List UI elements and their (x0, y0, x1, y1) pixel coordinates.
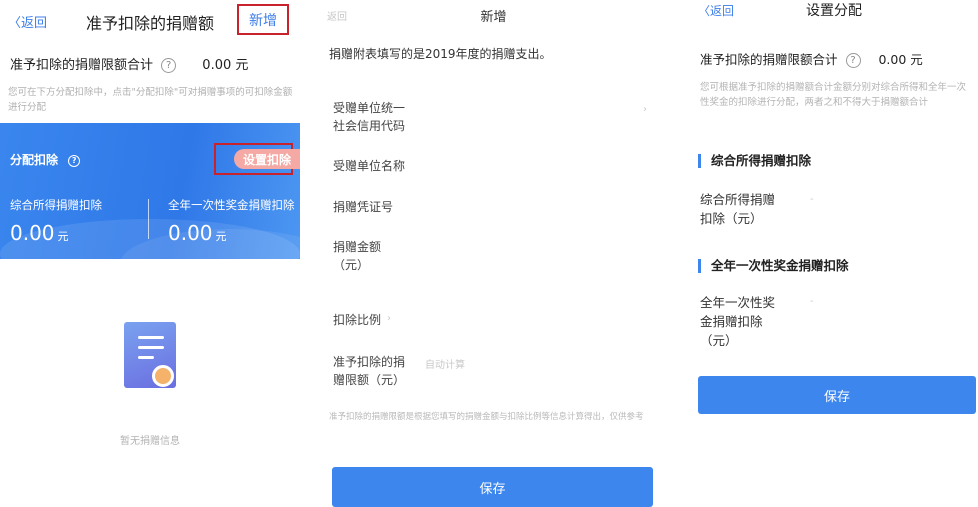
limit-total-row: 准予扣除的捐赠限额合计 ? 0.00 元 (10, 54, 248, 73)
chevron-right-icon[interactable]: › (387, 313, 391, 324)
set-deduction-label: 设置扣除 (242, 152, 291, 167)
save-button-label: 保存 (479, 481, 506, 497)
divider (148, 199, 149, 239)
allocation-card: 分配扣除 ? 设置扣除 综合所得捐赠扣除 0.00 元 全年一次性奖金捐赠扣除 0… (0, 123, 300, 259)
help-icon[interactable]: ? (68, 154, 81, 167)
field-label: 全年一次性奖 (700, 295, 776, 310)
recipient-name-field[interactable]: 受赠单位名称 (333, 157, 405, 175)
field-label: 捐赠凭证号 (333, 200, 394, 214)
voucher-number-field[interactable]: 捐赠凭证号 (333, 198, 393, 216)
deduction-limit-field: 准予扣除的捐 赠限额（元） (333, 353, 405, 389)
deduction-ratio-field[interactable]: 扣除比例 (333, 311, 381, 329)
comprehensive-amount: 0.00 (10, 221, 55, 245)
field-label: 金捐赠扣除 (700, 314, 763, 329)
help-icon[interactable]: ? (161, 58, 177, 73)
section-bonus-title: 全年一次性奖金捐赠扣除 (698, 259, 849, 273)
save-button-label: 保存 (823, 389, 850, 405)
limit-total-row: 准予扣除的捐赠限额合计 ? 0.00 元 (700, 49, 923, 68)
field-label: 社会信用代码 (333, 119, 406, 133)
allocation-label: 分配扣除 ? (10, 151, 81, 168)
year-notice: 捐赠附表填写的是2019年度的捐赠支出。 (329, 47, 552, 61)
bonus-deduction-field[interactable]: 全年一次性奖 金捐赠扣除 （元） (700, 293, 775, 350)
add-button-label: 新增 (249, 12, 277, 29)
save-button[interactable]: 保存 (698, 376, 976, 414)
limit-total-label: 准予扣除的捐赠限额合计 (10, 58, 154, 73)
comprehensive-deduction: 综合所得捐赠扣除 0.00 元 (10, 197, 102, 245)
field-label: （元） (333, 258, 370, 272)
limit-total-label: 准予扣除的捐赠限额合计 (700, 52, 838, 67)
add-donation-screen: 返回 新增 捐赠附表填写的是2019年度的捐赠支出。 受赠单位统一 社会信用代码… (315, 0, 672, 507)
bonus-deduction: 全年一次性奖金捐赠扣除 0.00 元 (168, 197, 295, 245)
bonus-amount: 0.00 (168, 221, 213, 245)
donation-list-screen: 〈返回 准予扣除的捐赠额 新增 准予扣除的捐赠限额合计 ? 0.00 元 您可在… (0, 0, 300, 507)
limit-total-value: 0.00 元 (202, 58, 249, 73)
set-allocation-screen: 〈返回 设置分配 准予扣除的捐赠限额合计 ? 0.00 元 您可根据准予扣除的捐… (690, 0, 978, 507)
help-icon[interactable]: ? (845, 53, 861, 68)
field-label: 受赠单位统一 (333, 101, 406, 115)
doc-line (138, 336, 164, 339)
allocation-hint: 您可根据准予扣除的捐赠额合计金额分别对综合所得和全年一次性奖金的扣除进行分配，两… (700, 82, 967, 108)
badge-icon (152, 365, 174, 387)
field-label: 捐赠金额 (333, 240, 382, 254)
doc-line (138, 356, 154, 359)
allocation-label-text: 分配扣除 (10, 153, 59, 167)
field-label: 扣除比例 (333, 313, 382, 327)
comprehensive-deduction-input[interactable]: - (810, 194, 814, 205)
page-title: 设置分配 (806, 3, 862, 19)
save-button[interactable]: 保存 (332, 467, 653, 507)
nav-bar: 〈返回 准予扣除的捐赠额 新增 (0, 0, 300, 40)
page-title: 新增 (480, 10, 507, 25)
section-comprehensive-title: 综合所得捐赠扣除 (698, 154, 811, 168)
field-label: 准予扣除的捐 (333, 355, 406, 369)
unit-label: 元 (215, 230, 227, 243)
bonus-deduction-value: 0.00 元 (168, 221, 295, 245)
bonus-deduction-label: 全年一次性奖金捐赠扣除 (168, 198, 295, 212)
add-button[interactable]: 新增 (237, 4, 289, 35)
set-deduction-highlight: 设置扣除 (214, 143, 300, 175)
comprehensive-deduction-value: 0.00 元 (10, 221, 102, 245)
unit-label: 元 (57, 230, 69, 243)
comprehensive-deduction-field[interactable]: 综合所得捐赠 扣除（元） (700, 190, 775, 228)
bonus-deduction-input[interactable]: - (810, 296, 814, 307)
limit-total-value: 0.00 元 (878, 52, 923, 67)
field-label: 受赠单位名称 (333, 159, 406, 173)
comprehensive-deduction-label: 综合所得捐赠扣除 (10, 198, 102, 212)
donation-amount-field[interactable]: 捐赠金额 （元） (333, 238, 381, 274)
auto-calc-text: 自动计算 (425, 360, 465, 371)
footnote: 准予扣除的捐赠限额是根据您填写的捐赠金额与扣除比例等信息计算得出，仅供参考 (329, 412, 644, 422)
field-label: （元） (700, 333, 738, 348)
set-deduction-button[interactable]: 设置扣除 (234, 149, 300, 169)
field-label: 扣除（元） (700, 211, 763, 226)
field-label: 综合所得捐赠 (700, 192, 776, 207)
doc-line (138, 346, 164, 349)
credit-code-field[interactable]: 受赠单位统一 社会信用代码 (333, 99, 405, 135)
empty-document-icon (118, 322, 180, 392)
field-label: 赠限额（元） (333, 373, 406, 387)
allocation-hint: 您可在下方分配扣除中，点击"分配扣除"可对捐赠事项的可扣除金额进行分配 (8, 87, 293, 113)
chevron-right-icon[interactable]: › (643, 104, 647, 115)
empty-state-text: 暂无捐赠信息 (120, 436, 180, 447)
